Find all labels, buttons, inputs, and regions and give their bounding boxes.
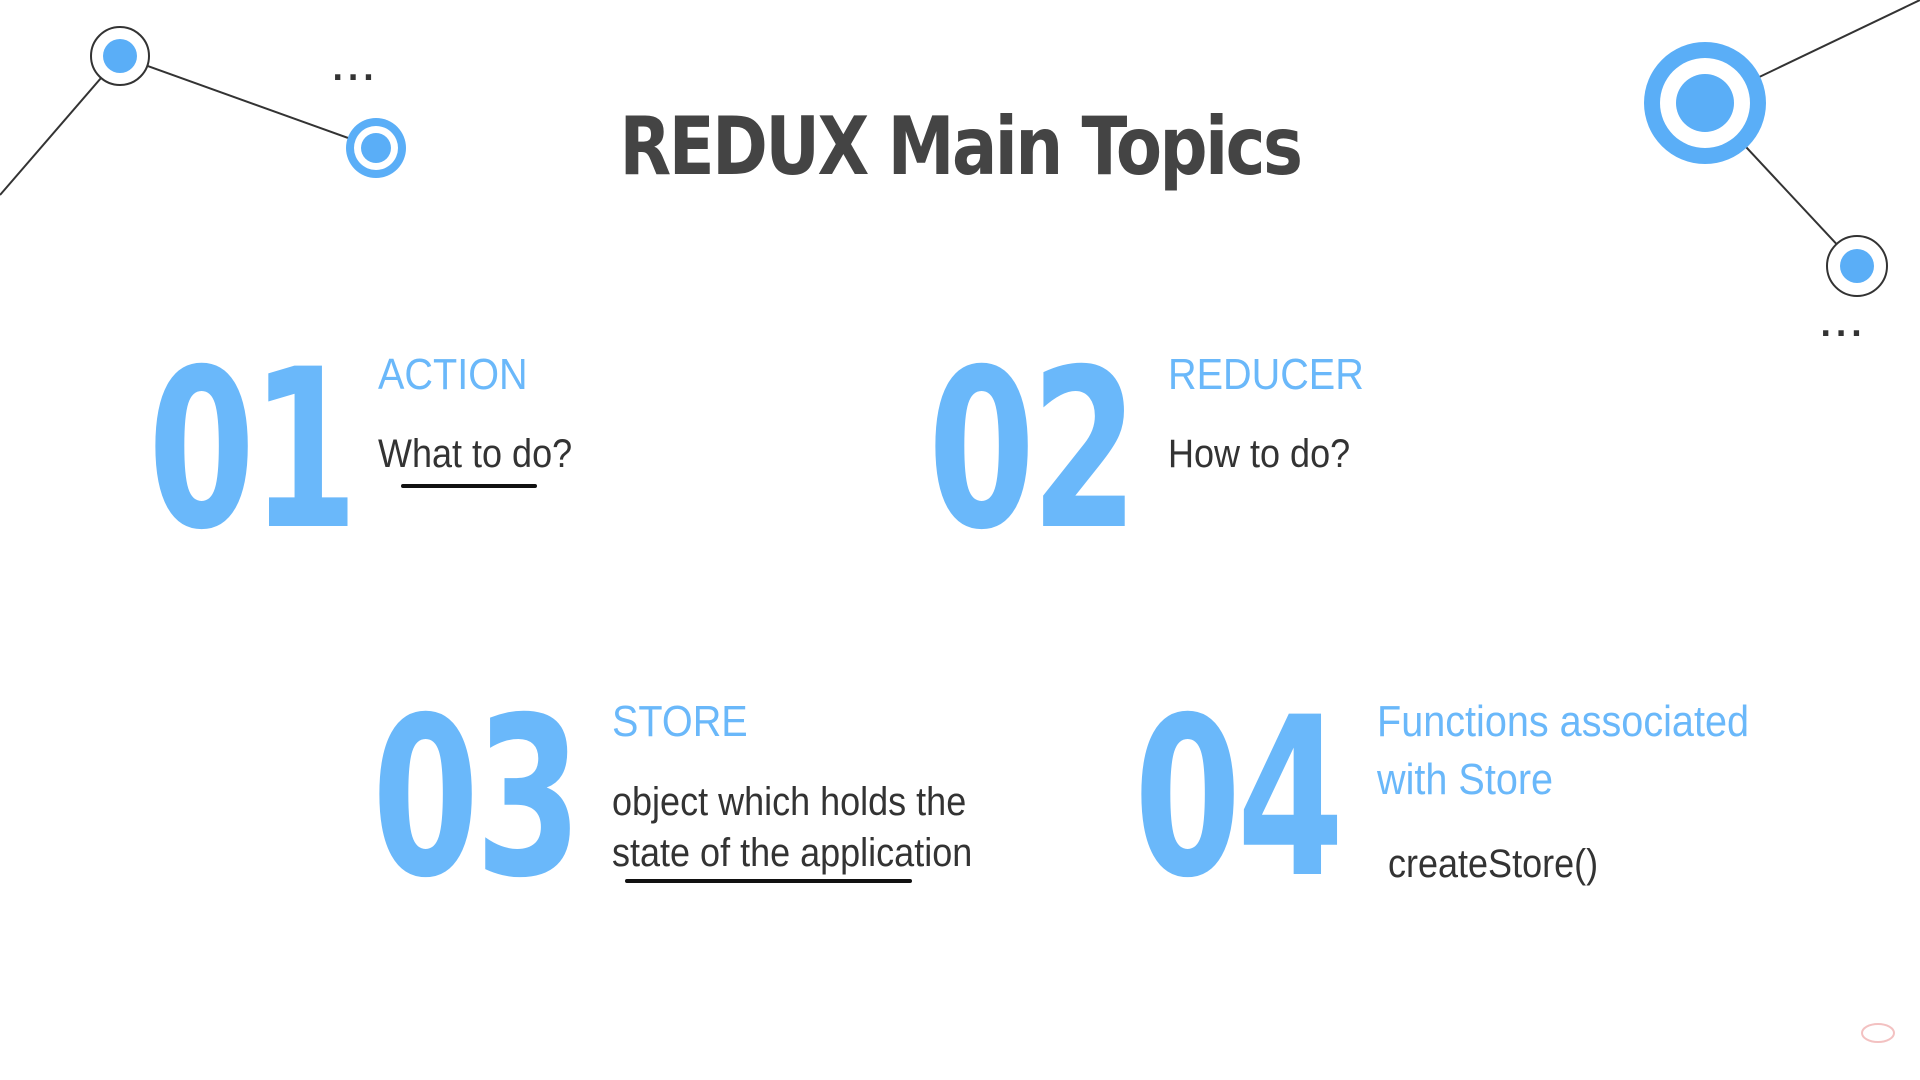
topic-number-02: 02 — [928, 322, 1138, 578]
node-dot — [103, 39, 137, 73]
topic-heading-functions-line2: with Store — [1377, 755, 1554, 804]
topic-heading-reducer: REDUCER — [1168, 350, 1364, 399]
topic-number-01: 01 — [148, 322, 358, 578]
topic-heading-functions-line1: Functions associated — [1377, 697, 1750, 746]
topic-number-03: 03 — [372, 670, 582, 926]
topic-number-04: 04 — [1134, 670, 1344, 926]
topic-description-reducer: How to do? — [1168, 432, 1351, 476]
ellipsis-mark: ... — [1820, 309, 1866, 344]
handwritten-underline — [625, 879, 912, 883]
node-dot — [1840, 249, 1874, 283]
topic-heading-store: STORE — [612, 697, 748, 746]
slide: ... ... REDUX Main Topics 01 ACTION What… — [0, 0, 1920, 1080]
topic-description-store-line1: object which holds the — [612, 780, 967, 824]
topic-description-action: What to do? — [378, 432, 573, 476]
handwritten-underline — [401, 484, 537, 488]
topic-description-create-store: createStore() — [1388, 842, 1599, 886]
watermark-logo — [1861, 1023, 1895, 1043]
slide-title: REDUX Main Topics — [619, 100, 1303, 193]
topic-heading-action: ACTION — [378, 350, 528, 399]
ellipsis-mark: ... — [332, 53, 378, 88]
topic-description-store-line2: state of the application — [612, 831, 973, 875]
